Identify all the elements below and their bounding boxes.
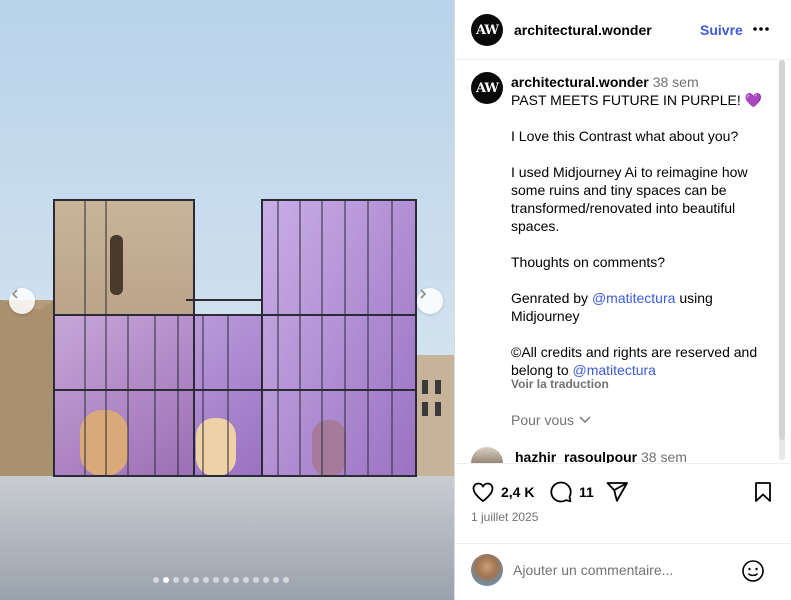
chevron-left-icon: [11, 289, 18, 299]
post-actions: 2,4 K 11 1 juillet 2025: [455, 463, 791, 543]
slide-dot: [283, 577, 289, 583]
scrollbar-thumb[interactable]: [779, 60, 785, 440]
share-button[interactable]: [605, 480, 629, 504]
caption-line: I used Midjourney Ai to reimagine how so…: [511, 164, 748, 234]
like-button[interactable]: 2,4 K: [471, 480, 534, 504]
caption-author-avatar[interactable]: AW: [471, 72, 503, 104]
mention-link[interactable]: @matitectura: [573, 362, 656, 378]
slide-dot: [193, 577, 199, 583]
like-count: 2,4 K: [501, 484, 535, 500]
comments-scrollbar[interactable]: [779, 60, 785, 460]
slide-dot: [243, 577, 249, 583]
comment-time: 38 sem: [641, 449, 687, 463]
emoji-icon[interactable]: [741, 559, 765, 583]
commenter-avatar[interactable]: [471, 447, 503, 463]
comment-count: 11: [579, 484, 594, 500]
post-media[interactable]: [0, 0, 454, 600]
caption-line: Genrated by @matitectura using Midjourne…: [511, 289, 773, 325]
slide-dot: [173, 577, 179, 583]
slide-dot: [153, 577, 159, 583]
chevron-down-icon: [579, 416, 591, 423]
for-you-label: Pour vous: [511, 412, 575, 428]
comments-area[interactable]: AW architectural.wonder 38 sem PAST MEETS…: [455, 60, 791, 463]
slide-dot: [223, 577, 229, 583]
slide-dot: [263, 577, 269, 583]
slide-dot: [163, 577, 169, 583]
previous-slide-button[interactable]: [9, 288, 35, 314]
avatar-logo-text: AW: [475, 80, 499, 96]
add-comment-bar: [455, 543, 791, 600]
post-image: [0, 0, 454, 600]
chevron-right-icon: [420, 289, 427, 299]
slide-dot: [183, 577, 189, 583]
post-header: AW architectural.wonder Suivre: [455, 0, 791, 60]
see-translation-link[interactable]: Voir la traduction: [511, 377, 609, 391]
for-you-toggle[interactable]: Pour vous: [511, 412, 591, 428]
caption-line: ©All credits and rights are reserved and…: [511, 343, 773, 379]
slide-indicator: [153, 577, 289, 583]
current-user-avatar: [471, 554, 503, 586]
post-caption: architectural.wonder 38 sem PAST MEETS FU…: [511, 73, 773, 379]
follow-button[interactable]: Suivre: [700, 22, 743, 38]
comment-input[interactable]: [513, 562, 733, 578]
author-avatar[interactable]: AW: [471, 14, 503, 46]
post-side-panel: AW architectural.wonder Suivre AW archit…: [454, 0, 791, 600]
caption-time: 38 sem: [652, 74, 699, 90]
caption-line: I Love this Contrast what about you?: [511, 128, 739, 144]
comment-item: hazhir_rasoulpour 38 sem: [471, 447, 771, 463]
caption-username[interactable]: architectural.wonder: [511, 74, 649, 90]
caption-text: Genrated by: [511, 290, 589, 306]
mention-link[interactable]: @matitectura: [592, 290, 675, 306]
slide-dot: [213, 577, 219, 583]
more-horizontal-icon[interactable]: [751, 19, 771, 39]
author-username[interactable]: architectural.wonder: [514, 22, 652, 38]
slide-dot: [253, 577, 259, 583]
save-button[interactable]: [751, 480, 775, 504]
commenter-username[interactable]: hazhir_rasoulpour: [515, 449, 637, 463]
caption-line: Thoughts on comments?: [511, 254, 666, 270]
heart-icon: [472, 482, 494, 503]
slide-dot: [203, 577, 209, 583]
comment-button[interactable]: 11: [549, 480, 594, 504]
slide-dot: [273, 577, 279, 583]
caption-line: PAST MEETS FUTURE IN PURPLE! 💜: [511, 92, 763, 108]
avatar-logo-text: AW: [475, 22, 499, 38]
next-slide-button[interactable]: [417, 288, 443, 314]
comment-icon: [550, 481, 572, 503]
slide-dot: [233, 577, 239, 583]
send-icon: [606, 482, 628, 502]
post-date[interactable]: 1 juillet 2025: [471, 510, 538, 524]
bookmark-icon: [755, 482, 771, 502]
